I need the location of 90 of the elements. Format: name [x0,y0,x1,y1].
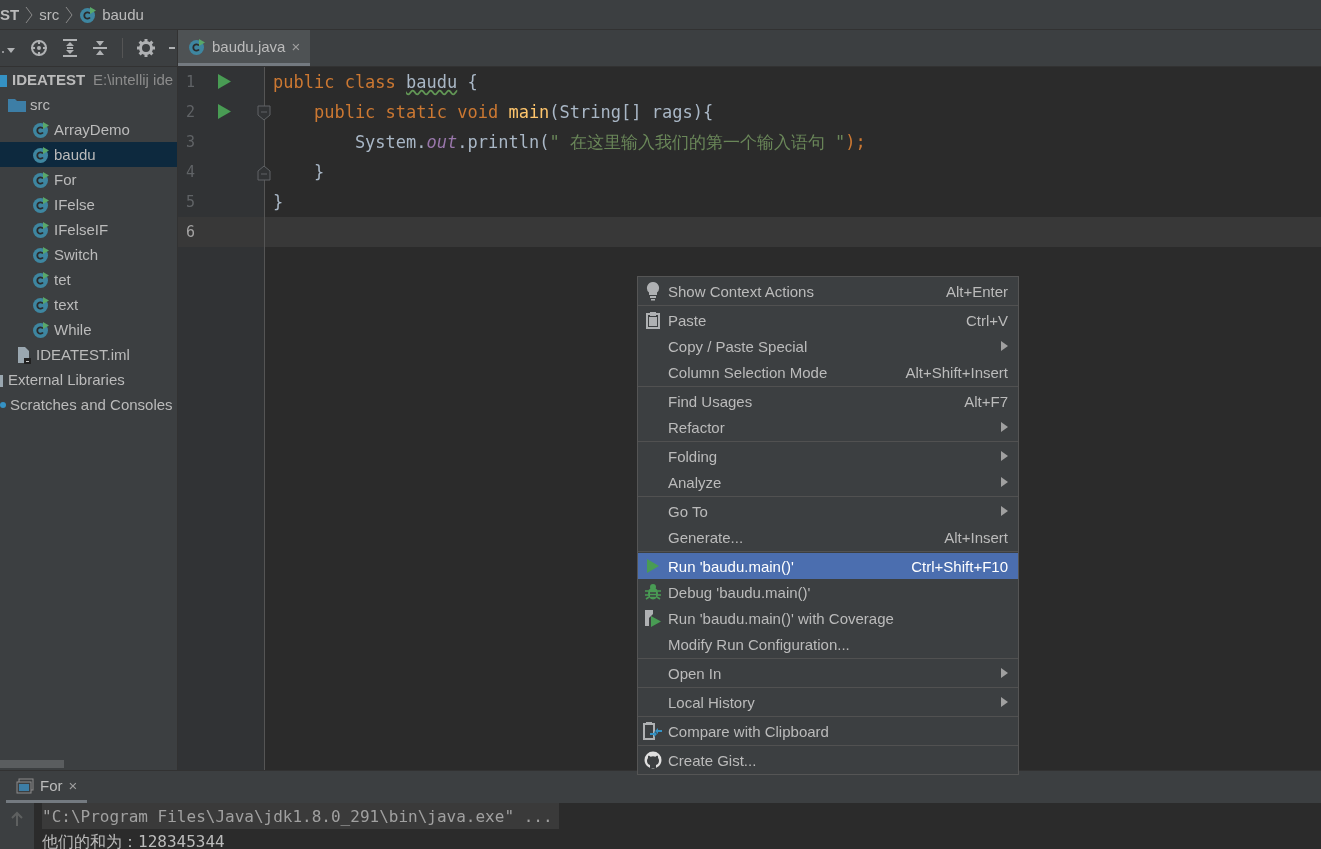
breadcrumb-item[interactable]: src [39,6,60,23]
tree-item[interactable]: For [0,167,177,192]
menu-item[interactable]: Column Selection Mode Alt+Shift+Insert [638,359,1018,385]
submenu-arrow-icon [1001,477,1008,487]
run-icon[interactable] [218,74,231,89]
clipboard-icon [646,311,660,329]
run-icon [646,558,660,574]
menu-item[interactable]: Analyze [638,469,1018,495]
breadcrumb-item[interactable]: baudu [79,5,144,24]
shortcut: Alt+Shift+Insert [905,363,1008,381]
console-icon [16,777,34,794]
folder-icon [8,97,26,112]
close-icon[interactable]: × [291,38,301,55]
menu-item[interactable]: Show Context Actions Alt+Enter [638,278,1018,304]
module-path: E:\intellij ide [93,71,174,88]
tree-item[interactable]: IFelseIF [0,217,177,242]
run-icon[interactable] [218,104,231,119]
class-icon [32,245,50,264]
menu-item[interactable]: Local History [638,689,1018,715]
line-number: 6 [185,223,197,241]
console-line: 他们的和为：128345344 [42,830,226,849]
menu-item[interactable]: Copy / Paste Special [638,333,1018,359]
tree-item[interactable]: tet [0,267,177,292]
tree-item[interactable]: text [0,292,177,317]
locate-icon[interactable] [30,39,48,57]
chevron-icon [65,5,74,24]
menu-item[interactable]: Run 'baudu.main()' Ctrl+Shift+F10 [638,553,1018,579]
editor-tab[interactable]: baudu.java × [178,30,311,66]
menu-item[interactable]: Create Gist... [638,747,1018,773]
file-icon [16,345,32,364]
shortcut: Ctrl+V [965,311,1008,329]
submenu-arrow-icon [1001,451,1008,461]
submenu-arrow-icon [1001,668,1008,678]
code-line: public class baudu { [272,71,479,94]
menu-item[interactable]: Refactor [638,414,1018,440]
collapse-all-icon[interactable] [92,39,108,57]
tree-item[interactable]: IFelse [0,192,177,217]
tree-item[interactable]: baudu [0,142,177,167]
submenu-arrow-icon [1001,506,1008,516]
scrollbar[interactable] [0,760,64,768]
tree-item[interactable]: External Libraries [0,367,177,392]
menu-item[interactable]: Compare with Clipboard [638,718,1018,744]
lightbulb-icon [646,281,660,301]
menu-item[interactable]: Go To [638,498,1018,524]
shortcut: Alt+Enter [945,282,1008,300]
shortcut: Alt+F7 [964,392,1008,410]
submenu-arrow-icon [1001,341,1008,351]
class-icon [32,145,50,164]
tree-item[interactable]: IDEATEST.iml [0,342,177,367]
shortcut: Alt+Insert [944,528,1008,546]
tree-item[interactable]: IDEATEST E:\intellij ide [0,67,177,92]
tree-item[interactable]: ArrayDemo [0,117,177,142]
menu-item[interactable]: Generate... Alt+Insert [638,524,1018,550]
class-icon [32,220,50,239]
breadcrumb-item[interactable]: ST [0,6,20,23]
menu-item[interactable]: Find Usages Alt+F7 [638,388,1018,414]
coverage-run-icon [643,609,663,627]
shortcut: Ctrl+Shift+F10 [911,557,1008,575]
class-icon [32,270,50,289]
scratches-icon [0,400,6,409]
class-icon [32,320,50,339]
menu-item[interactable]: Modify Run Configuration... [638,631,1018,657]
tree-item[interactable]: While [0,317,177,342]
submenu-arrow-icon [1001,697,1008,707]
class-icon [188,37,206,56]
menu-item[interactable]: Debug 'baudu.main()' [638,579,1018,605]
menu-item[interactable]: Folding [638,443,1018,469]
class-icon [32,195,50,214]
menu-item[interactable]: Open In [638,660,1018,686]
settings-icon[interactable] [137,39,155,57]
class-icon [79,5,98,24]
code-line: System.out.println(" 在这里输入我们的第一个输入语句 "); [353,130,867,154]
code-line: public static void main(String[] rags){ [312,101,715,124]
submenu-arrow-icon [1001,422,1008,432]
menu-item[interactable]: Run 'baudu.main()' with Coverage [638,605,1018,631]
chevron-icon [25,5,34,24]
tree-item[interactable]: Switch [0,242,177,267]
tree-item[interactable]: Scratches and Consoles [0,392,177,417]
code-line: } [272,191,285,214]
bug-icon [644,583,662,601]
github-icon [644,751,662,769]
close-icon[interactable]: × [68,777,78,794]
class-icon [32,295,50,314]
code-line: } [312,161,326,184]
compare-icon [643,721,663,741]
expand-all-icon[interactable] [62,39,78,57]
menu-item[interactable]: Paste Ctrl+V [638,307,1018,333]
class-icon [32,170,50,189]
tree-item[interactable]: src [0,92,177,117]
class-icon [32,120,50,139]
